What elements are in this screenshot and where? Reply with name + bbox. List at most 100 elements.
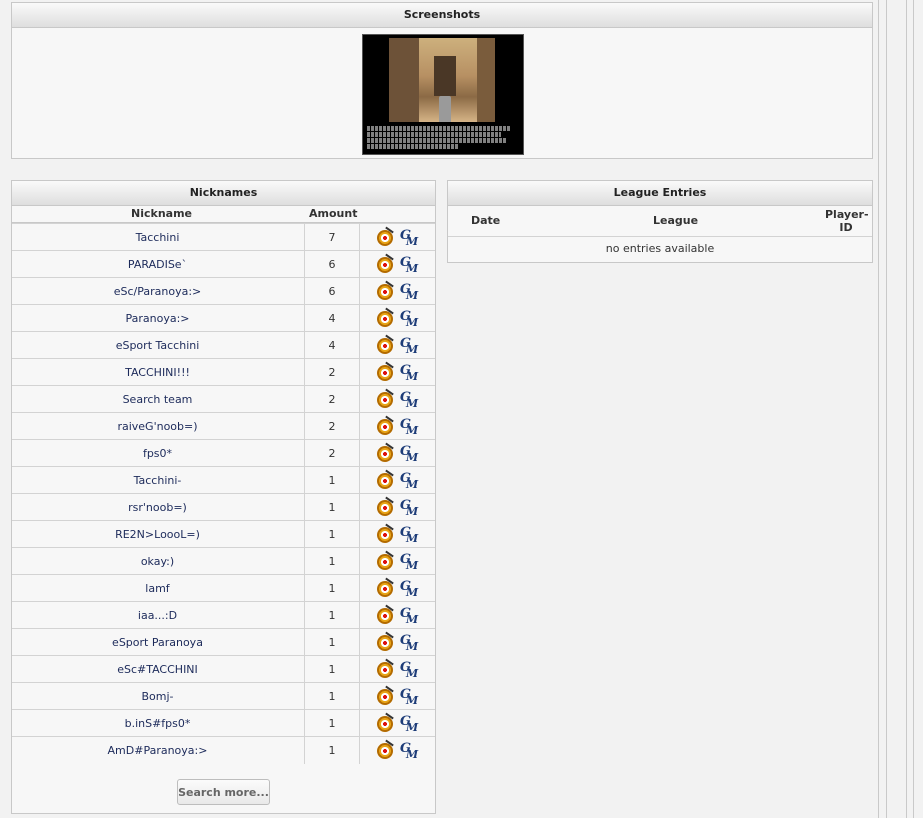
gm-icon[interactable]: GM — [400, 336, 418, 356]
target-icon[interactable] — [377, 311, 393, 327]
actions-cell: GM — [359, 494, 435, 521]
amount-cell: 2 — [304, 440, 360, 467]
nickname-cell[interactable]: Tacchini- — [12, 467, 303, 494]
target-icon[interactable] — [377, 473, 393, 489]
gm-icon[interactable]: GM — [400, 255, 418, 275]
nickname-cell[interactable]: fps0* — [12, 440, 303, 467]
scroll-rail — [906, 0, 907, 818]
nickname-cell[interactable]: b.inS#fps0* — [12, 710, 303, 737]
table-row: Bomj- 1 G M — [12, 682, 435, 710]
nickname-cell[interactable]: TACCHINI!!! — [12, 359, 303, 386]
target-icon[interactable] — [377, 257, 393, 273]
actions-cell: GM — [359, 224, 435, 251]
scroll-rail — [913, 0, 914, 818]
target-icon[interactable] — [377, 689, 393, 705]
gm-icon[interactable]: GM — [400, 390, 418, 410]
target-icon[interactable] — [377, 716, 393, 732]
nickname-cell[interactable]: rsr'noob=) — [12, 494, 303, 521]
search-more-button[interactable]: Search more... — [177, 779, 270, 805]
nickname-cell[interactable]: eSc#TACCHINI — [12, 656, 303, 683]
gm-icon[interactable]: GM — [400, 714, 418, 734]
nickname-cell[interactable]: PARADISe` — [12, 251, 303, 278]
nickname-cell[interactable]: eSport Paranoya — [12, 629, 303, 656]
actions-cell: GM — [359, 710, 435, 737]
actions-cell: GM — [359, 305, 435, 332]
target-icon[interactable] — [377, 365, 393, 381]
target-icon[interactable] — [377, 419, 393, 435]
amount-cell: 1 — [304, 521, 360, 548]
screenshot-thumbnail[interactable] — [362, 34, 524, 155]
target-icon[interactable] — [377, 500, 393, 516]
amount-cell: 1 — [304, 629, 360, 656]
gm-icon[interactable]: GM — [400, 363, 418, 383]
target-icon[interactable] — [377, 392, 393, 408]
nickname-cell[interactable]: iaa...:D — [12, 602, 303, 629]
gm-icon[interactable]: GM — [400, 444, 418, 464]
actions-cell: GM — [359, 737, 435, 764]
actions-cell: GM — [359, 656, 435, 683]
table-row: TACCHINI!!! 2 G M — [12, 358, 435, 386]
table-row: AmD#Paranoya:> 1 G M — [12, 736, 435, 764]
gm-icon[interactable]: GM — [400, 552, 418, 572]
actions-cell: GM — [359, 440, 435, 467]
gm-icon[interactable]: GM — [400, 633, 418, 653]
gm-icon[interactable]: GM — [400, 471, 418, 491]
league-empty-message: no entries available — [605, 242, 715, 255]
actions-cell: GM — [359, 548, 435, 575]
gm-icon[interactable]: GM — [400, 687, 418, 707]
nickname-cell[interactable]: Tacchini — [12, 224, 303, 251]
amount-cell: 2 — [304, 359, 360, 386]
table-row: eSport Paranoya 1 G M — [12, 628, 435, 656]
nicknames-title: Nicknames — [12, 181, 435, 206]
target-icon[interactable] — [377, 662, 393, 678]
gm-icon[interactable]: GM — [400, 228, 418, 248]
nickname-cell[interactable]: RE2N>LoooL=) — [12, 521, 303, 548]
target-icon[interactable] — [377, 554, 393, 570]
gm-icon[interactable]: GM — [400, 525, 418, 545]
table-row: Tacchini 7 G M — [12, 223, 435, 251]
nickname-cell[interactable]: lamf — [12, 575, 303, 602]
target-icon[interactable] — [377, 284, 393, 300]
gm-icon[interactable]: GM — [400, 579, 418, 599]
league-entries-title: League Entries — [448, 181, 872, 206]
target-icon[interactable] — [377, 743, 393, 759]
actions-cell: GM — [359, 602, 435, 629]
amount-cell: 1 — [304, 710, 360, 737]
table-row: RE2N>LoooL=) 1 G M — [12, 520, 435, 548]
gm-icon[interactable]: GM — [400, 660, 418, 680]
nickname-cell[interactable]: Paranoya:> — [12, 305, 303, 332]
amount-cell: 1 — [304, 548, 360, 575]
target-icon[interactable] — [377, 581, 393, 597]
table-row: Tacchini- 1 G M — [12, 466, 435, 494]
gm-icon[interactable]: GM — [400, 417, 418, 437]
league-column-header: League — [653, 214, 699, 227]
table-row: iaa...:D 1 G M — [12, 601, 435, 629]
gm-icon[interactable]: GM — [400, 741, 418, 761]
nickname-cell[interactable]: raiveG'noob=) — [12, 413, 303, 440]
target-icon[interactable] — [377, 527, 393, 543]
actions-cell: GM — [359, 521, 435, 548]
nickname-cell[interactable]: eSc/Paranoya:> — [12, 278, 303, 305]
screenshot-console-text — [367, 126, 519, 152]
target-icon[interactable] — [377, 230, 393, 246]
actions-cell: GM — [359, 413, 435, 440]
gm-icon[interactable]: GM — [400, 309, 418, 329]
target-icon[interactable] — [377, 608, 393, 624]
target-icon[interactable] — [377, 446, 393, 462]
date-column-header: Date — [471, 214, 501, 227]
target-icon[interactable] — [377, 338, 393, 354]
gm-icon[interactable]: GM — [400, 498, 418, 518]
gm-icon[interactable]: GM — [400, 282, 418, 302]
nickname-cell[interactable]: Search team — [12, 386, 303, 413]
nickname-cell[interactable]: okay:) — [12, 548, 303, 575]
amount-cell: 7 — [304, 224, 360, 251]
table-row: raiveG'noob=) 2 G M — [12, 412, 435, 440]
target-icon[interactable] — [377, 635, 393, 651]
actions-cell: GM — [359, 467, 435, 494]
gm-icon[interactable]: GM — [400, 606, 418, 626]
nickname-cell[interactable]: eSport Tacchini — [12, 332, 303, 359]
screenshots-title: Screenshots — [12, 3, 872, 28]
nickname-cell[interactable]: Bomj- — [12, 683, 303, 710]
amount-column-header: Amount — [309, 207, 358, 220]
nickname-cell[interactable]: AmD#Paranoya:> — [12, 737, 303, 764]
